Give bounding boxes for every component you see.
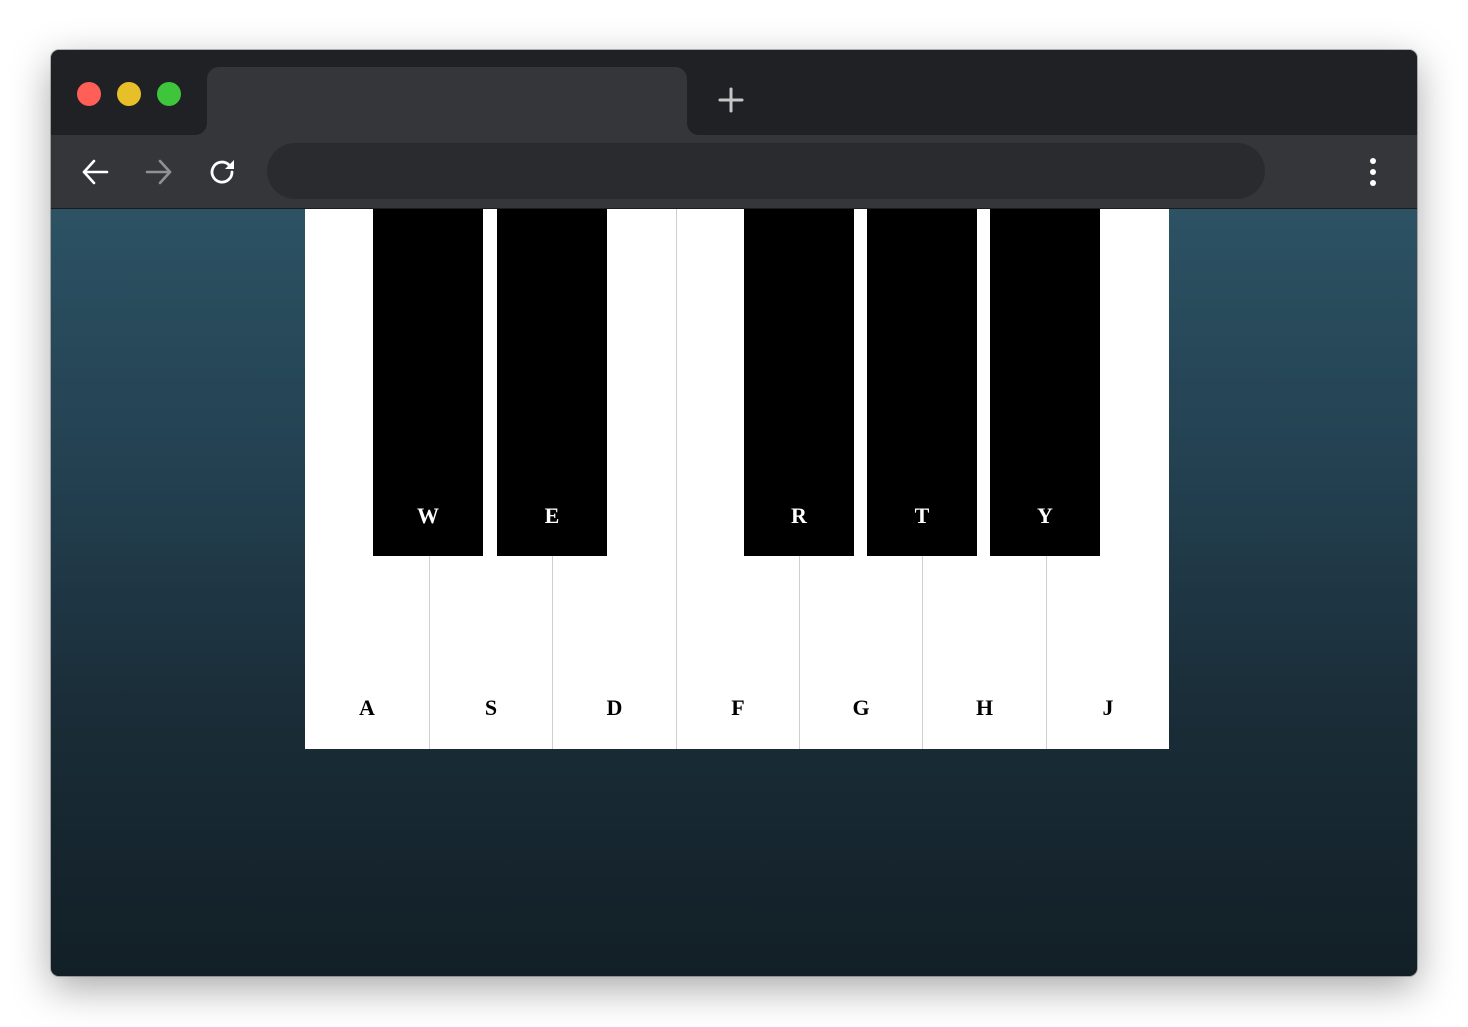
arrow-left-icon xyxy=(82,159,109,185)
key-label: J xyxy=(1102,695,1114,720)
key-label: H xyxy=(975,695,994,720)
close-window-button[interactable] xyxy=(77,82,101,106)
key-label: G xyxy=(852,695,870,720)
reload-button[interactable] xyxy=(204,153,242,191)
black-key-t[interactable]: T xyxy=(867,209,977,556)
browser-toolbar xyxy=(51,135,1417,209)
key-label: T xyxy=(914,503,930,528)
key-label: R xyxy=(791,503,807,528)
piano-keyboard: A S D F G H J W E R T Y xyxy=(305,209,1169,749)
key-label: W xyxy=(417,503,439,528)
black-key-w[interactable]: W xyxy=(373,209,483,556)
page-viewport: A S D F G H J W E R T Y xyxy=(51,209,1417,976)
forward-button[interactable] xyxy=(140,153,178,191)
kebab-menu-icon xyxy=(1370,158,1376,186)
reload-icon xyxy=(210,160,234,184)
key-label: E xyxy=(544,503,560,528)
black-key-e[interactable]: E xyxy=(497,209,607,556)
new-tab-button[interactable] xyxy=(715,84,747,116)
black-key-r[interactable]: R xyxy=(744,209,854,556)
key-label: F xyxy=(731,695,745,720)
maximize-window-button[interactable] xyxy=(157,82,181,106)
arrow-right-icon xyxy=(145,159,172,185)
browser-menu-button[interactable] xyxy=(1359,153,1387,191)
browser-tab[interactable] xyxy=(207,67,687,135)
key-label: A xyxy=(359,695,375,720)
plus-icon xyxy=(718,87,744,113)
key-label: Y xyxy=(1037,503,1053,528)
browser-window: A S D F G H J W E R T Y xyxy=(51,50,1417,976)
address-bar[interactable] xyxy=(267,143,1265,199)
key-label: D xyxy=(606,695,623,720)
title-bar xyxy=(51,50,1417,135)
back-button[interactable] xyxy=(76,153,114,191)
minimize-window-button[interactable] xyxy=(117,82,141,106)
key-label: S xyxy=(484,695,498,720)
black-key-y[interactable]: Y xyxy=(990,209,1100,556)
